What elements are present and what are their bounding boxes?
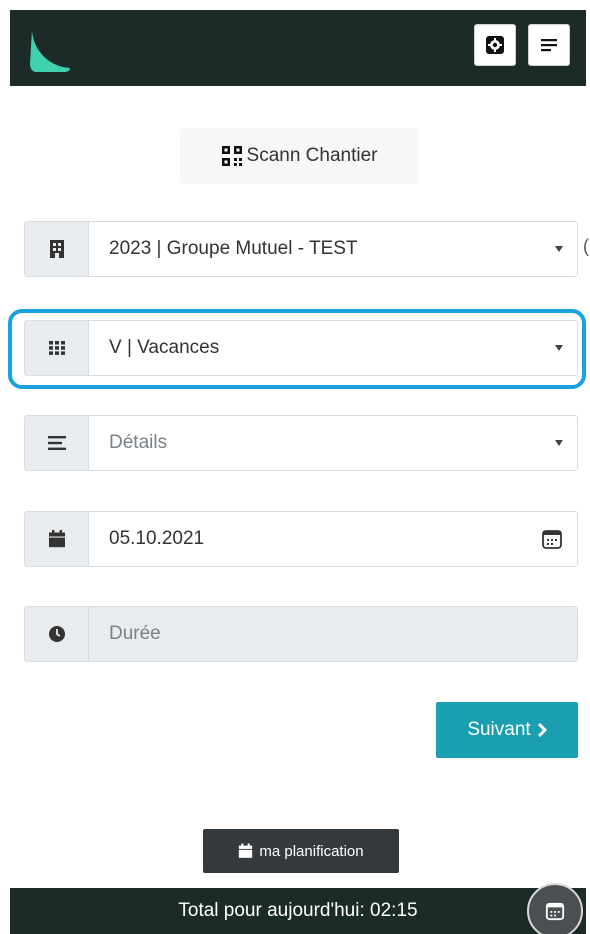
duration-input[interactable]: Durée <box>89 607 577 661</box>
menu-button[interactable] <box>528 24 570 66</box>
next-button[interactable]: Suivant <box>436 702 578 758</box>
building-icon <box>49 240 64 258</box>
planification-button[interactable]: ma planification <box>203 829 399 873</box>
project-addon <box>25 222 89 276</box>
activity-value: V | Vacances <box>109 337 220 358</box>
list-icon <box>47 436 66 450</box>
total-today-text: Total pour aujourd'hui: 02:15 <box>178 900 418 921</box>
duration-input-group: Durée <box>24 606 578 662</box>
project-select-group: 2023 | Groupe Mutuel - TEST <box>24 221 578 277</box>
footer-total-bar: Total pour aujourd'hui: 02:15 <box>10 888 586 934</box>
chevron-down-icon <box>555 345 563 351</box>
gear-icon <box>486 36 504 54</box>
planification-label: ma planification <box>259 842 364 860</box>
duration-addon <box>25 607 89 661</box>
project-value: 2023 | Groupe Mutuel - TEST <box>109 238 358 259</box>
chevron-down-icon <box>555 246 563 252</box>
clock-icon <box>48 626 65 642</box>
chevron-down-icon <box>555 440 563 446</box>
activity-select[interactable]: V | Vacances <box>89 321 577 375</box>
duration-placeholder: Durée <box>109 623 161 644</box>
qrcode-icon <box>221 146 242 166</box>
next-button-label: Suivant <box>467 719 531 740</box>
settings-button[interactable] <box>474 24 516 66</box>
menu-icon <box>541 39 557 52</box>
calendar-icon <box>239 843 253 858</box>
details-select[interactable]: Détails <box>89 416 577 470</box>
activity-select-group: V | Vacances <box>24 320 578 376</box>
details-placeholder: Détails <box>109 432 168 453</box>
date-value: 05.10.2021 <box>109 528 205 549</box>
calendar-fab-icon <box>545 902 565 921</box>
overflow-glyph: ( <box>583 236 589 256</box>
details-addon <box>25 416 89 470</box>
scan-chantier-label: Scann Chantier <box>246 145 378 166</box>
date-input[interactable]: 05.10.2021 <box>89 512 577 566</box>
brand-logo[interactable] <box>28 28 72 72</box>
scan-chantier-button[interactable]: Scann Chantier <box>180 128 418 184</box>
top-navbar <box>10 10 586 86</box>
details-select-group: Détails <box>24 415 578 471</box>
project-select[interactable]: 2023 | Groupe Mutuel - TEST <box>89 222 577 276</box>
grid-icon <box>48 341 65 355</box>
date-addon <box>25 512 89 566</box>
chevron-right-icon <box>537 723 547 737</box>
calendar-icon <box>48 530 65 548</box>
calendar-picker-icon[interactable] <box>541 528 563 550</box>
activity-addon <box>25 321 89 375</box>
floating-calendar-button[interactable] <box>527 883 583 934</box>
date-input-group: 05.10.2021 <box>24 511 578 567</box>
